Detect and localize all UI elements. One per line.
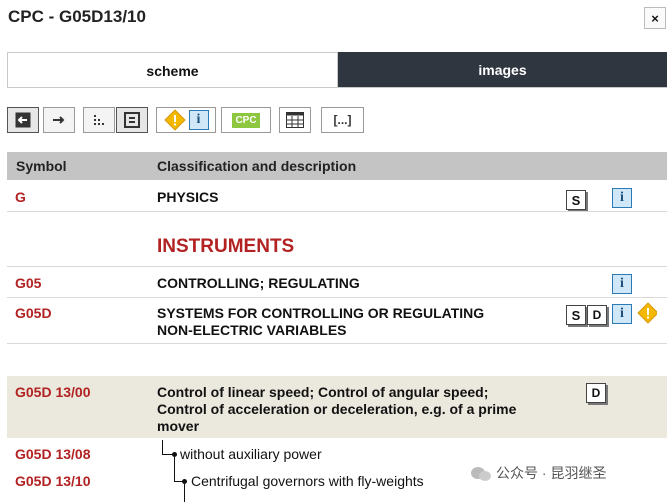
row-divider [7,297,667,298]
close-button[interactable]: × [644,7,666,29]
warning-icon[interactable] [637,302,657,324]
grid-icon [286,112,304,128]
tree-dots-icon [91,112,107,128]
expand-right-button[interactable] [43,107,75,133]
header-description: Classification and description [157,158,357,174]
arrow-left-box-icon [15,112,31,128]
warning-info-button[interactable]: i [156,107,216,133]
warning-icon [163,109,186,131]
dotted-tree-button[interactable] [83,107,115,133]
symbol-g05d-13-00[interactable]: G05D 13/00 [15,384,91,400]
arrow-right-icon [51,112,67,128]
symbol-g05d-13-08[interactable]: G05D 13/08 [15,446,91,462]
desc-speed-line1: Control of linear speed; Control of angu… [157,384,489,400]
more-label: [...] [333,113,352,127]
desc-auxiliary: without auxiliary power [180,446,322,462]
title-bar: CPC - G05D13/10 × [0,0,672,36]
symbol-g05d-13-10[interactable]: G05D 13/10 [15,473,91,489]
table-header: Symbol Classification and description [7,152,667,180]
section-heading: INSTRUMENTS [157,236,295,257]
tree-line [184,484,185,502]
wechat-icon [470,465,491,481]
tab-images[interactable]: images [338,52,667,88]
collapse-left-button[interactable] [7,107,39,133]
desc-speed-line2: Control of acceleration or deceleration,… [157,401,517,417]
window-title: CPC - G05D13/10 [8,7,146,26]
info-icon[interactable]: i [612,188,632,208]
s-icon[interactable]: S [566,190,586,210]
row-divider [7,211,667,212]
row-divider [7,266,667,267]
d-icon[interactable]: D [587,305,607,325]
header-symbol: Symbol [16,158,67,174]
outline-view-button[interactable] [116,107,148,133]
desc-centrifugal: Centrifugal governors with fly-weights [191,473,424,489]
tree-line [174,457,175,482]
symbol-g05d[interactable]: G05D [15,305,52,321]
outline-icon [124,112,140,128]
s-icon[interactable]: S [566,305,586,325]
info-icon: i [188,110,209,130]
info-icon[interactable]: i [612,304,632,324]
symbol-g05[interactable]: G05 [15,275,41,291]
info-icon[interactable]: i [612,274,632,294]
desc-controlling: CONTROLLING; REGULATING [157,275,360,291]
desc-physics: PHYSICS [157,189,219,205]
d-icon[interactable]: D [586,383,606,403]
row-divider [7,343,667,344]
desc-systems-line1: SYSTEMS FOR CONTROLLING OR REGULATING [157,305,485,321]
cpc-button[interactable]: CPC [221,107,271,133]
desc-speed-line3: mover [157,418,200,434]
tab-scheme[interactable]: scheme [7,52,338,88]
close-icon: × [651,10,659,26]
more-button[interactable]: [...] [321,107,364,133]
tree-line [162,440,163,455]
tab-divider [7,87,667,88]
desc-systems-line2: NON-ELECTRIC VARIABLES [157,322,347,338]
watermark-text: 公众号 · 昆羽继圣 [496,465,607,481]
symbol-g[interactable]: G [15,189,26,205]
tab-bar: scheme images [7,52,667,88]
table-view-button[interactable] [279,107,311,133]
cpc-badge: CPC [231,111,261,129]
